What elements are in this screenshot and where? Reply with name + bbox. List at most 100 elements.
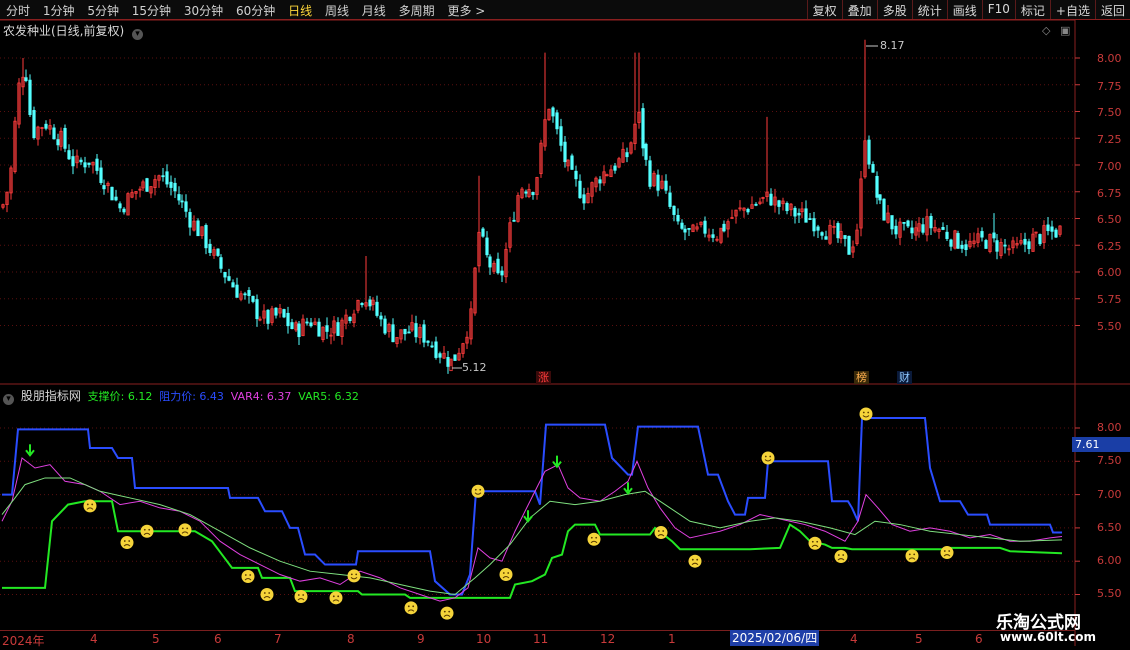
candle-body — [204, 225, 208, 249]
sad-face-icon — [329, 591, 343, 605]
sad-face-icon — [260, 588, 274, 601]
candle-body — [407, 331, 411, 334]
candle-body — [683, 228, 687, 233]
date-label: 9 — [417, 632, 425, 646]
candle-body — [95, 158, 99, 171]
ind-tick-600: 6.00 — [1097, 554, 1122, 567]
candle-body — [375, 301, 379, 316]
price-tick-625: 6.25 — [1097, 240, 1122, 253]
candle-body — [173, 182, 177, 192]
candle-body — [188, 212, 192, 228]
candle-body — [680, 222, 684, 229]
candle-body — [668, 192, 672, 207]
happy-face-icon — [347, 569, 361, 583]
candle-body — [52, 127, 56, 140]
var5-line — [1, 477, 1063, 596]
candle-body — [180, 200, 184, 203]
sad-face-icon — [178, 523, 192, 537]
candle-body — [921, 224, 925, 233]
resistance-line — [2, 417, 1062, 596]
candle-body — [625, 152, 629, 158]
price-tick-700: 7.00 — [1097, 160, 1122, 173]
candle-body — [24, 77, 28, 81]
sad-face-icon — [440, 606, 454, 620]
candle-body — [582, 194, 586, 204]
candle-body — [875, 175, 879, 198]
indicator-name: 股朋指标网 — [20, 389, 81, 403]
support-value: 支撑价: 6.12 — [87, 390, 153, 403]
date-cursor-label: 2025/02/06/四 — [730, 630, 820, 646]
candle-body — [496, 258, 500, 274]
candle-body — [488, 256, 492, 268]
candle-body — [336, 322, 340, 336]
candle-body — [676, 214, 680, 222]
ind-tick-750: 7.50 — [1097, 454, 1122, 467]
candle-body — [422, 324, 426, 343]
sad-face-icon — [940, 546, 954, 560]
candle-body — [383, 318, 387, 334]
candle-body — [87, 162, 91, 165]
candle-body — [820, 232, 824, 236]
candle-body — [960, 244, 964, 249]
candle-body — [956, 233, 960, 249]
candle-body — [878, 194, 882, 201]
candle-body — [216, 248, 220, 256]
low-price-label: 5.12 — [462, 361, 487, 374]
candle-body — [500, 270, 504, 276]
candle-body — [231, 282, 235, 288]
candle-body — [83, 162, 87, 168]
candle-body — [777, 200, 781, 207]
candle-body — [208, 243, 212, 253]
candle-body — [379, 315, 383, 320]
limit-up-badge[interactable]: 涨 — [536, 371, 551, 384]
sad-face-icon — [688, 554, 702, 568]
candle-body — [836, 223, 840, 239]
candle-body — [995, 240, 999, 252]
date-label: 5 — [152, 632, 160, 646]
candle-body — [824, 236, 828, 240]
candle-body — [656, 174, 660, 191]
candle-body — [980, 231, 984, 238]
candle-body — [481, 228, 485, 237]
sad-face-icon — [587, 532, 601, 546]
sad-face-icon — [404, 601, 418, 615]
chevron-down-icon[interactable]: ▾ — [3, 394, 14, 405]
candle-body — [945, 231, 949, 239]
candle-body — [992, 232, 996, 239]
candle-body — [598, 179, 602, 184]
candle-body — [122, 208, 126, 213]
candle-body — [67, 150, 71, 160]
ind-tick-800: 8.00 — [1097, 421, 1122, 434]
rank-badge[interactable]: 榜 — [854, 371, 869, 384]
date-label: 10 — [476, 632, 492, 646]
date-label: 12 — [600, 632, 616, 646]
candle-body — [446, 357, 450, 367]
candle-body — [438, 353, 442, 358]
sad-face-icon — [140, 524, 154, 538]
candle-body — [574, 170, 578, 180]
candle-body — [812, 218, 816, 232]
candle-body — [223, 272, 227, 278]
candle-body — [118, 203, 122, 209]
high-price-label: 8.17 — [880, 39, 905, 52]
date-label: 8 — [347, 632, 355, 646]
candle-body — [551, 107, 555, 117]
candle-body — [219, 257, 223, 269]
candle-body — [325, 325, 329, 332]
candle-body — [754, 203, 758, 206]
candle-body — [290, 322, 294, 330]
candle-body — [184, 201, 188, 212]
candle-body — [114, 196, 118, 201]
indicator-title: ▾ 股朋指标网 支撑价: 6.12 阻力价: 6.43 VAR4: 6.37 V… — [3, 387, 359, 405]
sad-face-icon — [120, 536, 134, 550]
candle-body — [1038, 234, 1042, 245]
candle-body — [641, 108, 645, 149]
price-tick-800: 8.00 — [1097, 52, 1122, 65]
candle-body — [906, 220, 910, 227]
candle-body — [902, 222, 906, 224]
finance-badge[interactable]: 财 — [897, 371, 912, 384]
price-tick-650: 6.50 — [1097, 213, 1122, 226]
current-price-marker: 7.61 — [1072, 437, 1130, 452]
candle-body — [648, 160, 652, 187]
candle-body — [559, 126, 563, 146]
